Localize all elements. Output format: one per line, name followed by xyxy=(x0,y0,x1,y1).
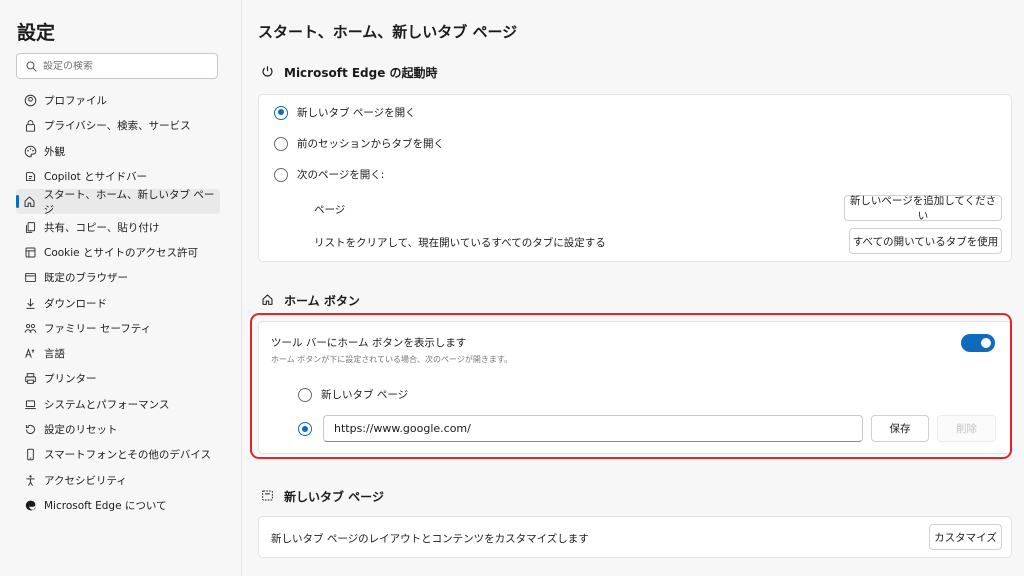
page-title: スタート、ホーム、新しいタブ ページ xyxy=(258,23,518,41)
newtab-heading: 新しいタブ ページ xyxy=(261,488,384,505)
profile-icon xyxy=(22,93,38,109)
startup-heading-label: Microsoft Edge の起動時 xyxy=(284,66,438,80)
sidebar-item-label: システムとパフォーマンス xyxy=(44,398,170,411)
startup-option-previous-label: 前のセッションからタブを開く xyxy=(297,138,444,150)
printer-icon xyxy=(22,371,38,387)
home-icon xyxy=(261,293,284,309)
laptop-icon xyxy=(22,396,38,412)
clear-tabs-label: リストをクリアして、現在開いているすべてのタブに設定する xyxy=(314,237,606,249)
startup-option-new-tab[interactable]: 新しいタブ ページを開く xyxy=(274,105,416,120)
browser-icon xyxy=(22,270,38,286)
sidebar-item-label: ダウンロード xyxy=(44,297,107,310)
share-icon xyxy=(22,219,38,235)
startup-option-pages-label: 次のページを開く: xyxy=(297,169,385,181)
reset-icon xyxy=(22,422,38,438)
download-icon xyxy=(22,295,38,311)
sidebar-item-label: 外観 xyxy=(44,145,65,158)
search-input[interactable] xyxy=(43,60,203,72)
radio-unchecked[interactable] xyxy=(274,167,288,182)
pages-label: ページ xyxy=(314,204,346,216)
main-content: スタート、ホーム、新しいタブ ページ Microsoft Edge の起動時 新… xyxy=(242,0,1024,576)
sidebar-item-about[interactable]: Microsoft Edge について xyxy=(16,493,220,518)
sidebar-item-label: 設定のリセット xyxy=(44,424,118,436)
sidebar-item-label: プリンター xyxy=(44,373,97,386)
accessibility-icon xyxy=(22,472,38,488)
customize-label: 新しいタブ ページのレイアウトとコンテンツをカスタマイズします xyxy=(271,533,589,545)
startup-option-pages[interactable]: 次のページを開く: xyxy=(274,167,384,182)
sidebar-item-start-home-newtab[interactable]: スタート、ホーム、新しいタブ ページ xyxy=(16,188,220,216)
radio-checked[interactable] xyxy=(274,105,288,120)
search-box[interactable] xyxy=(16,53,218,79)
sidebar-title: 設定 xyxy=(17,22,56,44)
sidebar-item-appearance[interactable]: 外観 xyxy=(16,139,220,164)
startup-option-previous[interactable]: 前のセッションからタブを開く xyxy=(274,136,444,151)
edge-logo-icon xyxy=(22,497,38,513)
highlight-frame xyxy=(250,313,1012,459)
startup-option-new-tab-label: 新しいタブ ページを開く xyxy=(297,107,416,119)
sidebar-item-label: アクセシビリティ xyxy=(44,474,127,487)
sidebar-item-languages[interactable]: 言語 xyxy=(16,341,220,366)
use-all-tabs-button[interactable]: すべての開いているタブを使用 xyxy=(849,228,1002,254)
sidebar-item-privacy[interactable]: プライバシー、検索、サービス xyxy=(16,113,220,138)
sidebar-item-printers[interactable]: プリンター xyxy=(16,366,220,391)
customize-button[interactable]: カスタマイズ xyxy=(929,524,1002,550)
sidebar-item-cookies[interactable]: Cookie とサイトのアクセス許可 xyxy=(16,240,220,265)
sidebar-item-copilot[interactable]: Copilot とサイドバー xyxy=(16,164,220,189)
palette-icon xyxy=(22,143,38,159)
sidebar-item-label: スマートフォンとその他のデバイス xyxy=(44,449,212,462)
home-button-heading-label: ホーム ボタン xyxy=(284,294,360,308)
sidebar-item-label: Copilot とサイドバー xyxy=(44,171,148,184)
lock-icon xyxy=(22,118,38,134)
family-icon xyxy=(22,320,38,336)
newtab-icon xyxy=(261,489,284,505)
sidebar-item-system[interactable]: システムとパフォーマンス xyxy=(16,392,220,417)
newtab-heading-label: 新しいタブ ページ xyxy=(284,490,384,504)
newtab-card: 新しいタブ ページのレイアウトとコンテンツをカスタマイズします カスタマイズ xyxy=(258,516,1012,558)
copilot-icon xyxy=(22,169,38,185)
sidebar-item-family[interactable]: ファミリー セーフティ xyxy=(16,316,220,341)
sidebar-item-label: 既定のブラウザー xyxy=(44,272,128,285)
sidebar-item-default-browser[interactable]: 既定のブラウザー xyxy=(16,265,220,290)
sidebar-item-label: プライバシー、検索、サービス xyxy=(44,120,191,133)
sidebar-item-label: Microsoft Edge について xyxy=(44,499,167,512)
sidebar-item-phone[interactable]: スマートフォンとその他のデバイス xyxy=(16,442,220,467)
radio-unchecked[interactable] xyxy=(274,136,288,151)
sidebar-nav: プロファイル プライバシー、検索、サービス 外観 Copilot とサイドバー … xyxy=(16,88,220,518)
home-icon xyxy=(22,194,38,210)
add-page-button[interactable]: 新しいページを追加してください xyxy=(844,195,1002,222)
sidebar-item-share[interactable]: 共有、コピー、貼り付け xyxy=(16,214,220,239)
sidebar-item-label: プロファイル xyxy=(44,95,107,108)
sidebar-item-label: Cookie とサイトのアクセス許可 xyxy=(44,246,198,259)
language-icon xyxy=(22,346,38,362)
sidebar: 設定 プロファイル プライバシー、検索、サービス 外観 Copilot とサイド… xyxy=(0,0,242,576)
sidebar-item-downloads[interactable]: ダウンロード xyxy=(16,290,220,315)
sidebar-item-profile[interactable]: プロファイル xyxy=(16,88,220,113)
sidebar-item-accessibility[interactable]: アクセシビリティ xyxy=(16,467,220,492)
sidebar-item-label: ファミリー セーフティ xyxy=(44,322,152,335)
startup-heading: Microsoft Edge の起動時 xyxy=(261,64,438,81)
power-icon xyxy=(261,65,284,81)
cookie-icon xyxy=(22,244,38,260)
startup-card: 新しいタブ ページを開く 前のセッションからタブを開く 次のページを開く: ペー… xyxy=(258,94,1012,262)
sidebar-item-reset[interactable]: 設定のリセット xyxy=(16,417,220,442)
phone-icon xyxy=(22,447,38,463)
sidebar-item-label: 言語 xyxy=(44,348,65,361)
sidebar-item-label: 共有、コピー、貼り付け xyxy=(44,221,160,234)
home-button-heading: ホーム ボタン xyxy=(261,292,360,309)
search-icon xyxy=(26,57,37,76)
sidebar-item-label: スタート、ホーム、新しいタブ ページ xyxy=(43,188,215,216)
